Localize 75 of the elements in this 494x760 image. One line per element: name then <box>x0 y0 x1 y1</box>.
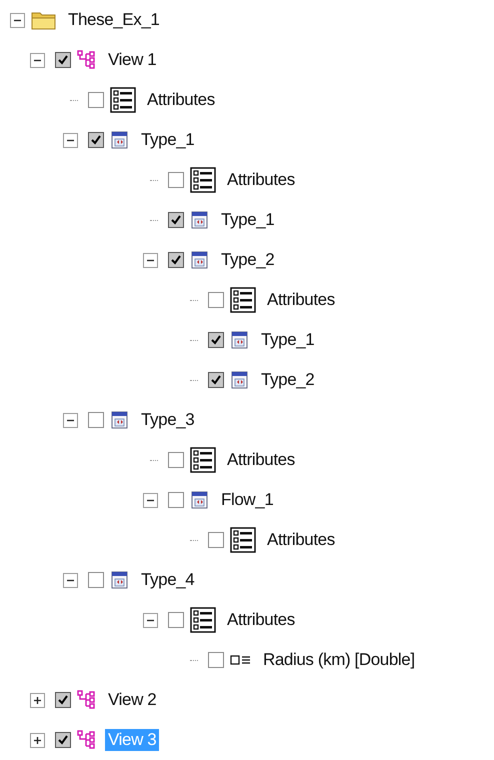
plus-icon <box>33 696 42 704</box>
check-icon <box>90 134 102 146</box>
window-icon <box>110 410 130 430</box>
expander[interactable] <box>30 732 45 748</box>
checkbox[interactable] <box>168 212 184 228</box>
checkbox[interactable] <box>168 452 184 468</box>
checkbox[interactable] <box>168 492 184 508</box>
expander[interactable] <box>143 492 158 508</box>
tree-item[interactable]: Type_4 <box>138 569 198 591</box>
field-icon <box>230 654 252 666</box>
hierarchy-icon <box>77 730 97 750</box>
check-icon <box>57 734 69 746</box>
checkbox[interactable] <box>168 172 184 188</box>
expander[interactable] <box>63 572 78 588</box>
check-icon <box>170 254 182 266</box>
tree-item[interactable]: Type_2 <box>218 249 278 271</box>
window-icon <box>230 370 250 390</box>
check-icon <box>57 694 69 706</box>
tree-item[interactable]: Flow_1 <box>218 489 276 511</box>
window-icon <box>110 130 130 150</box>
tree-item[interactable]: View 2 <box>105 689 160 711</box>
checkbox[interactable] <box>88 132 104 148</box>
checkbox[interactable] <box>208 532 224 548</box>
window-icon <box>190 490 210 510</box>
folder-icon <box>31 10 57 30</box>
check-icon <box>57 54 69 66</box>
checkbox[interactable] <box>55 52 71 68</box>
checkbox[interactable] <box>168 252 184 268</box>
tree-item[interactable]: Attributes <box>264 529 338 551</box>
expander[interactable] <box>63 412 78 428</box>
list-icon <box>230 287 256 313</box>
tree-item[interactable]: Type_2 <box>258 369 318 391</box>
tree-item[interactable]: These_Ex_1 <box>65 9 162 31</box>
check-icon <box>210 334 222 346</box>
checkbox[interactable] <box>208 332 224 348</box>
window-icon <box>190 210 210 230</box>
window-icon <box>230 330 250 350</box>
tree-item[interactable]: Type_1 <box>218 209 278 231</box>
list-icon <box>190 167 216 193</box>
checkbox[interactable] <box>88 412 104 428</box>
window-icon <box>110 570 130 590</box>
tree-item[interactable]: Radius (km) [Double] <box>260 649 418 671</box>
checkbox[interactable] <box>208 652 224 668</box>
checkbox[interactable] <box>88 92 104 108</box>
expander[interactable] <box>143 612 158 628</box>
list-icon <box>110 87 136 113</box>
tree-item[interactable]: Attributes <box>224 449 298 471</box>
tree-item[interactable]: Attributes <box>264 289 338 311</box>
expander[interactable] <box>143 252 158 268</box>
tree-item[interactable]: Attributes <box>224 169 298 191</box>
checkbox[interactable] <box>208 372 224 388</box>
window-icon <box>190 250 210 270</box>
tree-item[interactable]: View 1 <box>105 49 160 71</box>
list-icon <box>230 527 256 553</box>
check-icon <box>170 214 182 226</box>
checkbox[interactable] <box>208 292 224 308</box>
list-icon <box>190 447 216 473</box>
tree-item[interactable]: Type_3 <box>138 409 198 431</box>
expander[interactable] <box>10 12 25 28</box>
checkbox[interactable] <box>55 732 71 748</box>
expander[interactable] <box>30 52 45 68</box>
hierarchy-icon <box>77 690 97 710</box>
plus-icon <box>33 736 42 744</box>
check-icon <box>210 374 222 386</box>
tree-item[interactable]: Attributes <box>144 89 218 111</box>
expander[interactable] <box>30 692 45 708</box>
checkbox[interactable] <box>55 692 71 708</box>
tree-item[interactable]: Attributes <box>224 609 298 631</box>
tree-item[interactable]: Type_1 <box>258 329 318 351</box>
expander[interactable] <box>63 132 78 148</box>
list-icon <box>190 607 216 633</box>
hierarchy-icon <box>77 50 97 70</box>
checkbox[interactable] <box>88 572 104 588</box>
tree-item[interactable]: Type_1 <box>138 129 198 151</box>
checkbox[interactable] <box>168 612 184 628</box>
